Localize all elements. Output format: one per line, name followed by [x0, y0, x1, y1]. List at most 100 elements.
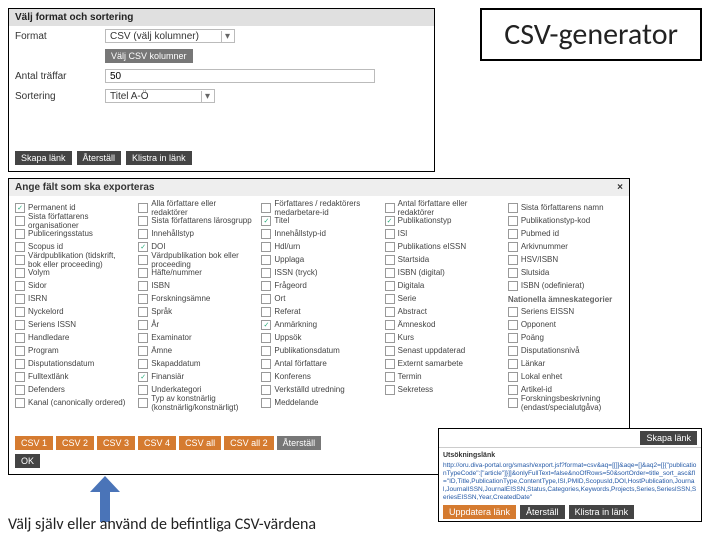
close-icon[interactable]: × [617, 182, 623, 193]
reset-button[interactable]: Återställ [77, 151, 122, 165]
field-label: Sidor [28, 281, 47, 290]
field-checkbox[interactable]: Ämneskod [385, 319, 500, 330]
field-checkbox[interactable]: ISSN (tryck) [261, 267, 376, 278]
field-checkbox[interactable]: Innehållstyp [138, 228, 253, 239]
preset-button[interactable]: CSV 1 [15, 436, 53, 450]
field-checkbox[interactable]: ✓Titel [261, 215, 376, 226]
field-checkbox[interactable]: Ort [261, 293, 376, 304]
field-checkbox[interactable]: Poäng [508, 332, 623, 343]
update-link-button[interactable]: Uppdatera länk [443, 505, 516, 519]
field-label: Seriens ISSN [28, 320, 76, 329]
field-checkbox[interactable]: ISI [385, 228, 500, 239]
field-checkbox[interactable]: Seriens EISSN [508, 306, 623, 317]
field-checkbox[interactable]: Externt samarbete [385, 358, 500, 369]
field-checkbox[interactable]: Termin [385, 371, 500, 382]
preset-button[interactable]: CSV all [179, 436, 221, 450]
field-checkbox[interactable]: Konferens [261, 371, 376, 382]
field-checkbox[interactable]: Sista författarens organisationer [15, 215, 130, 226]
field-checkbox[interactable]: Kurs [385, 332, 500, 343]
field-checkbox[interactable]: Innehållstyp-id [261, 228, 376, 239]
field-checkbox[interactable]: ISBN (odefinierat) [508, 280, 623, 291]
field-checkbox[interactable]: Forskningsämne [138, 293, 253, 304]
format-select[interactable]: CSV (välj kolumner)▾ [105, 29, 235, 43]
create-link-button[interactable]: Skapa länk [15, 151, 72, 165]
field-checkbox[interactable]: Pubmed id [508, 228, 623, 239]
field-checkbox[interactable]: Abstract [385, 306, 500, 317]
field-checkbox[interactable]: Frågeord [261, 280, 376, 291]
field-checkbox[interactable]: Digitala [385, 280, 500, 291]
field-checkbox[interactable]: Häfte/nummer [138, 267, 253, 278]
field-checkbox[interactable]: Seriens ISSN [15, 319, 130, 330]
field-checkbox[interactable]: ISBN (digital) [385, 267, 500, 278]
field-checkbox[interactable]: Upplaga [261, 254, 376, 265]
field-checkbox[interactable]: ✓Anmärkning [261, 319, 376, 330]
field-checkbox[interactable]: Program [15, 345, 130, 356]
field-checkbox[interactable]: Sidor [15, 280, 130, 291]
field-checkbox[interactable]: Forskningsbeskrivning (endast/specialutg… [508, 397, 623, 408]
field-checkbox[interactable]: ✓Finansiär [138, 371, 253, 382]
field-checkbox[interactable]: Sista författarens namn [508, 202, 623, 213]
field-checkbox[interactable]: Publikationsdatum [261, 345, 376, 356]
create-link-button-2[interactable]: Skapa länk [640, 431, 697, 445]
paste-link-button[interactable]: Klistra in länk [126, 151, 192, 165]
preset-button[interactable]: CSV 4 [138, 436, 176, 450]
field-checkbox[interactable]: Fulltextlänk [15, 371, 130, 382]
field-checkbox[interactable]: Författares / redaktörers medarbetare-id [261, 202, 376, 213]
field-checkbox[interactable]: Publikations eISSN [385, 241, 500, 252]
field-checkbox[interactable]: Disputationsdatum [15, 358, 130, 369]
field-checkbox[interactable]: ISBN [138, 280, 253, 291]
field-checkbox[interactable]: Disputationsnivå [508, 345, 623, 356]
field-checkbox[interactable]: Språk [138, 306, 253, 317]
field-checkbox[interactable]: Sista författarens lärosgrupp [138, 215, 253, 226]
field-checkbox[interactable]: Defenders [15, 384, 130, 395]
field-checkbox[interactable]: Verkställd utredning [261, 384, 376, 395]
field-checkbox[interactable]: Länkar [508, 358, 623, 369]
field-checkbox[interactable]: Skapaddatum [138, 358, 253, 369]
preset-button[interactable]: CSV 2 [56, 436, 94, 450]
field-checkbox[interactable]: Värdpublikation bok eller proceeding [138, 254, 253, 265]
checkbox-icon [508, 346, 518, 356]
field-checkbox[interactable]: Opponent [508, 319, 623, 330]
field-checkbox[interactable]: Lokal enhet [508, 371, 623, 382]
field-checkbox[interactable]: Antal författare eller redaktörer [385, 202, 500, 213]
field-checkbox[interactable]: Kanal (canonically ordered) [15, 397, 130, 408]
field-checkbox[interactable]: Alla författare eller redaktörer [138, 202, 253, 213]
field-checkbox[interactable]: ✓Publikationstyp [385, 215, 500, 226]
field-checkbox[interactable]: Antal författare [261, 358, 376, 369]
field-checkbox[interactable]: HSV/ISBN [508, 254, 623, 265]
link-url[interactable]: http://oru.diva-portal.org/smash/export.… [443, 462, 697, 501]
field-checkbox[interactable]: Startsida [385, 254, 500, 265]
checkbox-icon: ✓ [15, 203, 25, 213]
field-checkbox[interactable]: Meddelande [261, 397, 376, 408]
hits-input[interactable] [105, 69, 375, 83]
field-checkbox[interactable]: Uppsök [261, 332, 376, 343]
field-checkbox[interactable]: Handledare [15, 332, 130, 343]
field-checkbox[interactable]: Ämne [138, 345, 253, 356]
field-checkbox[interactable]: Slutsida [508, 267, 623, 278]
field-checkbox[interactable]: Nyckelord [15, 306, 130, 317]
field-checkbox[interactable]: Volym [15, 267, 130, 278]
field-checkbox[interactable]: ISRN [15, 293, 130, 304]
sort-select[interactable]: Titel A-Ö▾ [105, 89, 215, 103]
paste-link-button-2[interactable]: Klistra in länk [569, 505, 635, 519]
field-checkbox[interactable]: Senast uppdaterad [385, 345, 500, 356]
choose-columns-button[interactable]: Välj CSV kolumner [105, 49, 193, 63]
checkbox-icon [508, 203, 518, 213]
chevron-down-icon: ▾ [201, 91, 210, 102]
preset-button[interactable]: CSV 3 [97, 436, 135, 450]
field-checkbox[interactable]: Sekretess [385, 384, 500, 395]
preset-button[interactable]: CSV all 2 [224, 436, 274, 450]
ok-button[interactable]: OK [15, 454, 40, 468]
field-checkbox[interactable]: Typ av konstnärlig (konstnärlig/konstnär… [138, 397, 253, 408]
field-checkbox[interactable]: Examinator [138, 332, 253, 343]
field-checkbox[interactable]: Serie [385, 293, 500, 304]
field-checkbox[interactable]: År [138, 319, 253, 330]
field-checkbox[interactable]: Referat [261, 306, 376, 317]
field-checkbox[interactable]: Publikationstyp-kod [508, 215, 623, 226]
field-checkbox[interactable]: Arkivnummer [508, 241, 623, 252]
field-checkbox[interactable]: Värdpublikation (tidskrift, bok eller pr… [15, 254, 130, 265]
field-checkbox[interactable]: Publiceringsstatus [15, 228, 130, 239]
preset-button[interactable]: Återställ [277, 436, 322, 450]
field-checkbox[interactable]: Hdl/urn [261, 241, 376, 252]
reset-link-button[interactable]: Återställ [520, 505, 565, 519]
